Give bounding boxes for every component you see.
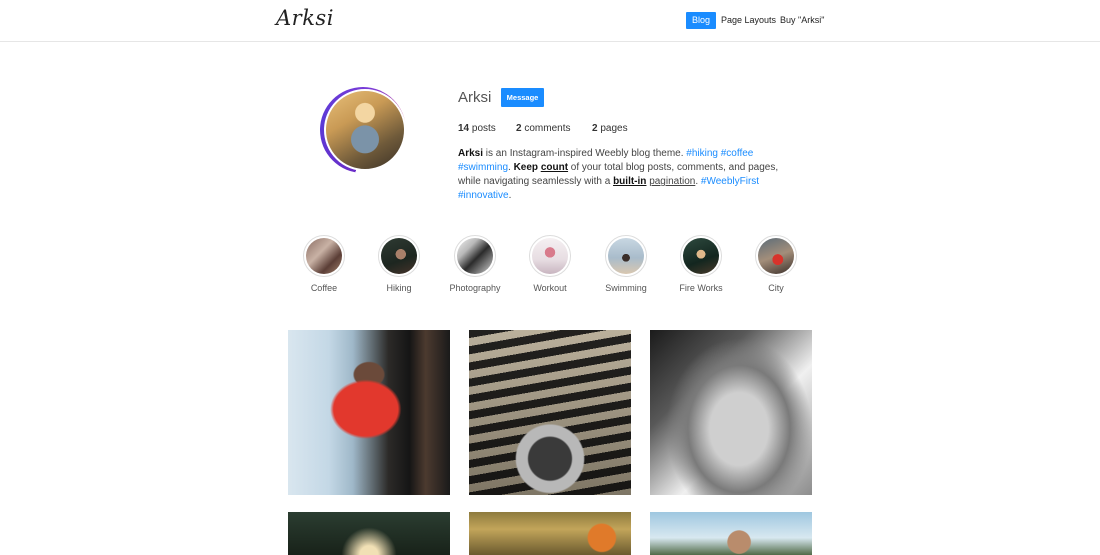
message-button[interactable]: Message <box>501 88 544 107</box>
highlight-label: Fire Works <box>679 283 723 293</box>
post-thumbnail[interactable] <box>469 512 631 555</box>
highlight-label: Hiking <box>386 283 412 293</box>
profile-bio: Arksi is an Instagram-inspired Weebly bl… <box>458 147 798 203</box>
highlight-thumbnail <box>378 235 420 277</box>
nav-page-layouts[interactable]: Page Layouts <box>715 12 782 29</box>
highlight-label: City <box>768 283 784 293</box>
post-image <box>469 512 631 555</box>
post-thumbnail[interactable] <box>469 330 631 495</box>
stat-posts[interactable]: 14 posts <box>458 123 496 134</box>
post-image <box>288 330 450 495</box>
highlight-city[interactable]: City <box>746 235 806 293</box>
stat-pages[interactable]: 2 pages <box>592 123 628 134</box>
stat-pages-label: pages <box>600 123 628 134</box>
highlight-workout[interactable]: Workout <box>520 235 580 293</box>
bio-underline: pagination <box>649 176 696 187</box>
bio-name: Arksi <box>458 148 484 159</box>
highlight-swimming[interactable]: Swimming <box>596 235 656 293</box>
post-thumbnail[interactable] <box>288 330 450 495</box>
profile-name: Arksi <box>458 89 492 106</box>
post-thumbnail[interactable] <box>650 330 812 495</box>
bio-text: . <box>508 190 512 201</box>
hashtag-link[interactable]: #coffee <box>721 148 754 159</box>
nav-blog[interactable]: Blog <box>686 12 717 29</box>
stat-posts-count: 14 <box>458 123 470 134</box>
post-thumbnail[interactable] <box>288 512 450 555</box>
highlight-coffee[interactable]: Coffee <box>294 235 354 293</box>
highlight-thumbnail <box>529 235 571 277</box>
hashtag-link[interactable]: #innovative <box>458 190 509 201</box>
post-thumbnail[interactable] <box>650 512 812 555</box>
stat-comments-count: 2 <box>516 123 522 134</box>
highlight-fire-works[interactable]: Fire Works <box>671 235 731 293</box>
post-image <box>650 330 812 495</box>
highlight-thumbnail <box>303 235 345 277</box>
stat-pages-count: 2 <box>592 123 598 134</box>
bio-bold-underline: built-in <box>613 176 647 187</box>
post-image <box>650 512 812 555</box>
highlight-thumbnail <box>454 235 496 277</box>
site-logo[interactable]: Arksi <box>276 6 334 30</box>
highlight-thumbnail <box>605 235 647 277</box>
stat-posts-label: posts <box>471 123 496 134</box>
highlight-thumbnail <box>755 235 797 277</box>
highlight-label: Photography <box>449 283 501 293</box>
highlight-label: Coffee <box>310 283 338 293</box>
bio-bold-underline: count <box>540 162 569 173</box>
stat-comments[interactable]: 2 comments <box>516 123 570 134</box>
stat-comments-label: comments <box>524 123 571 134</box>
hashtag-link[interactable]: #swimming <box>458 162 508 173</box>
highlight-label: Workout <box>533 283 567 293</box>
highlight-hiking[interactable]: Hiking <box>369 235 429 293</box>
hashtag-link[interactable]: #WeeblyFirst <box>701 176 759 187</box>
hashtag-link[interactable]: #hiking <box>686 148 718 159</box>
avatar[interactable] <box>324 89 406 171</box>
post-image <box>469 330 631 495</box>
nav-buy[interactable]: Buy "Arksi" <box>774 12 830 29</box>
bio-bold: Keep <box>513 162 539 173</box>
highlight-label: Swimming <box>605 283 647 293</box>
highlight-photography[interactable]: Photography <box>445 235 505 293</box>
top-bar: Arksi Blog Page Layouts Buy "Arksi" <box>0 0 1100 42</box>
bio-text: is an Instagram-inspired Weebly blog the… <box>483 148 687 159</box>
post-image <box>288 512 450 555</box>
highlight-thumbnail <box>680 235 722 277</box>
